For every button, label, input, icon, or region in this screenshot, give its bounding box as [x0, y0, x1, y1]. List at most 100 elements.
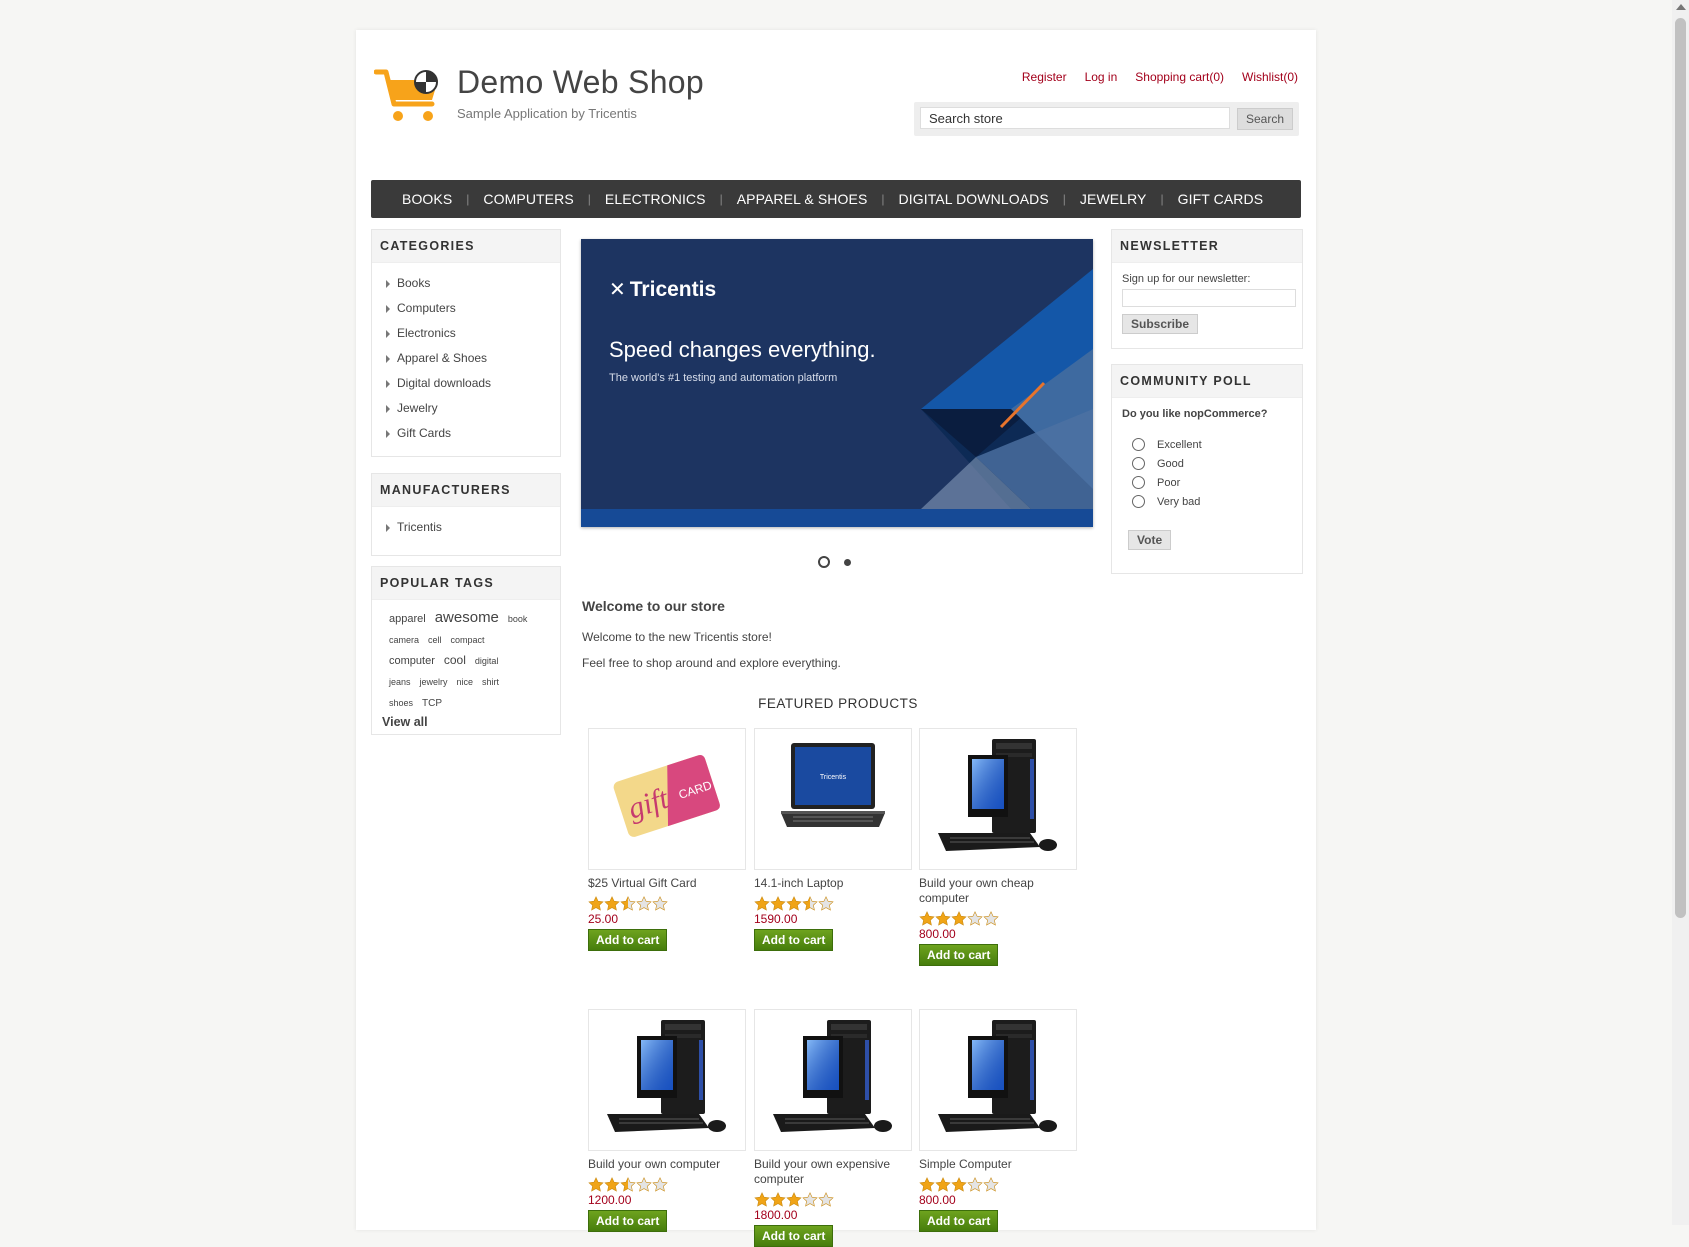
login-link[interactable]: Log in: [1085, 70, 1118, 84]
tag-shoes[interactable]: shoes: [389, 694, 413, 713]
radio-button[interactable]: [1132, 476, 1145, 489]
product-picture[interactable]: [919, 728, 1077, 870]
radio-button[interactable]: [1132, 457, 1145, 470]
shop-title[interactable]: Demo Web Shop: [457, 64, 704, 101]
category-electronics[interactable]: Electronics: [386, 321, 560, 346]
add-to-cart-button[interactable]: Add to cart: [754, 929, 834, 951]
product-title[interactable]: Simple Computer: [919, 1157, 1077, 1172]
scrollbar-thumb[interactable]: [1675, 18, 1686, 918]
newsletter-label: Sign up for our newsletter:: [1122, 273, 1251, 285]
category-digital-downloads[interactable]: Digital downloads: [386, 371, 560, 396]
category-gift-cards[interactable]: Gift Cards: [386, 421, 560, 446]
subscribe-button[interactable]: Subscribe: [1122, 314, 1199, 334]
radio-button[interactable]: [1132, 495, 1145, 508]
menu-electronics[interactable]: ELECTRONICS: [591, 191, 720, 207]
slider-dot-1[interactable]: [818, 556, 830, 568]
slider-pagination: [818, 556, 851, 568]
register-link[interactable]: Register: [1022, 70, 1067, 84]
menu-computers[interactable]: COMPUTERS: [469, 191, 587, 207]
product-picture[interactable]: [588, 1009, 746, 1151]
scroll-up-arrow-icon[interactable]: [1676, 4, 1686, 10]
tag-computer[interactable]: computer: [389, 652, 435, 671]
tag-apparel[interactable]: apparel: [389, 610, 426, 629]
product-item: gift CARD $25 Virtual Gift Card 25.00 Add to…: [588, 728, 746, 951]
poll-option-poor[interactable]: Poor: [1132, 473, 1302, 492]
rating-star-icon: [818, 1192, 834, 1207]
add-to-cart-button[interactable]: Add to cart: [588, 1210, 668, 1232]
shopping-cart-link[interactable]: Shopping cart(0): [1135, 70, 1224, 84]
category-books[interactable]: Books: [386, 271, 560, 296]
rating-star-icon: [770, 896, 786, 911]
page-scrollbar[interactable]: [1672, 0, 1689, 1225]
category-jewelry[interactable]: Jewelry: [386, 396, 560, 421]
tag-cool[interactable]: cool: [444, 651, 466, 670]
welcome-line-1: Welcome to the new Tricentis store!: [582, 630, 772, 644]
add-to-cart-button[interactable]: Add to cart: [588, 929, 668, 951]
wishlist-link[interactable]: Wishlist(0): [1242, 70, 1298, 84]
menu-gift-cards[interactable]: GIFT CARDS: [1164, 191, 1278, 207]
category-apparel-shoes[interactable]: Apparel & Shoes: [386, 346, 560, 371]
rating-star-icon: [983, 911, 999, 926]
shopping-cart-logo-icon[interactable]: [374, 64, 446, 126]
welcome-line-2: Feel free to shop around and explore eve…: [582, 656, 841, 670]
poll-option-excellent[interactable]: Excellent: [1132, 435, 1302, 454]
menu-books[interactable]: BOOKS: [388, 191, 466, 207]
tag-tcp[interactable]: TCP: [422, 694, 442, 713]
triangle-right-icon: [386, 279, 390, 288]
menu-apparel-shoes[interactable]: APPAREL & SHOES: [723, 191, 882, 207]
newsletter-email-input[interactable]: [1122, 289, 1296, 307]
product-picture[interactable]: [919, 1009, 1077, 1151]
tag-nice[interactable]: nice: [457, 673, 474, 692]
tag-shirt[interactable]: shirt: [482, 673, 499, 692]
tag-jeans[interactable]: jeans: [389, 673, 411, 692]
desktop-computer-image: [773, 1020, 892, 1132]
tag-jewelry[interactable]: jewelry: [420, 673, 448, 692]
search-input[interactable]: Search store: [920, 107, 1230, 129]
product-title[interactable]: 14.1-inch Laptop: [754, 876, 912, 891]
rating-star-icon: [620, 896, 636, 911]
menu-digital-downloads[interactable]: DIGITAL DOWNLOADS: [885, 191, 1063, 207]
product-price: 25.00: [588, 912, 619, 926]
slider-dot-2[interactable]: [844, 558, 851, 566]
search-button[interactable]: Search: [1237, 108, 1293, 130]
product-rating: [588, 896, 746, 911]
rating-star-icon: [604, 1177, 620, 1192]
tag-book[interactable]: book: [508, 610, 528, 629]
product-title[interactable]: Build your own computer: [588, 1157, 746, 1172]
top-menu: BOOKS | COMPUTERS | ELECTRONICS | APPAREL &…: [371, 180, 1301, 218]
product-title[interactable]: Build your own cheap computer: [919, 876, 1077, 906]
tag-digital[interactable]: digital: [475, 652, 499, 671]
vote-button[interactable]: Vote: [1128, 530, 1172, 550]
rating-star-icon: [935, 911, 951, 926]
rating-star-icon: [967, 911, 983, 926]
product-title[interactable]: Build your own expensive computer: [754, 1157, 912, 1187]
menu-jewelry[interactable]: JEWELRY: [1066, 191, 1161, 207]
popular-tags-block: POPULAR TAGS apparel awesome book camera ce…: [371, 566, 561, 735]
category-computers[interactable]: Computers: [386, 296, 560, 321]
tag-cell[interactable]: cell: [428, 631, 442, 650]
radio-button[interactable]: [1132, 438, 1145, 451]
banner-slider[interactable]: ✕ Tricentis Speed changes everything. Th…: [581, 239, 1093, 527]
triangle-right-icon: [386, 404, 390, 413]
search-box: Search store Search: [914, 102, 1299, 136]
triangle-right-icon: [386, 354, 390, 363]
product-rating: [588, 1177, 746, 1192]
tag-awesome[interactable]: awesome: [435, 608, 499, 627]
product-picture[interactable]: gift CARD: [588, 728, 746, 870]
product-picture[interactable]: [754, 1009, 912, 1151]
tag-camera[interactable]: camera: [389, 631, 419, 650]
poll-option-very-bad[interactable]: Very bad: [1132, 492, 1302, 511]
product-price: 1800.00: [754, 1208, 798, 1222]
add-to-cart-button[interactable]: Add to cart: [754, 1225, 834, 1247]
featured-products-title: FEATURED PRODUCTS: [758, 696, 918, 711]
product-picture[interactable]: Tricentis: [754, 728, 912, 870]
add-to-cart-button[interactable]: Add to cart: [919, 1210, 999, 1232]
poll-option-good[interactable]: Good: [1132, 454, 1302, 473]
add-to-cart-button[interactable]: Add to cart: [919, 944, 999, 966]
product-title[interactable]: $25 Virtual Gift Card: [588, 876, 746, 891]
view-all-tags-link[interactable]: View all: [372, 715, 560, 729]
product-item: Build your own cheap computer 800.00 Add t…: [919, 728, 1077, 966]
svg-text:Tricentis: Tricentis: [820, 774, 847, 781]
tag-compact[interactable]: compact: [451, 631, 485, 650]
manufacturer-tricentis[interactable]: Tricentis: [386, 515, 560, 540]
